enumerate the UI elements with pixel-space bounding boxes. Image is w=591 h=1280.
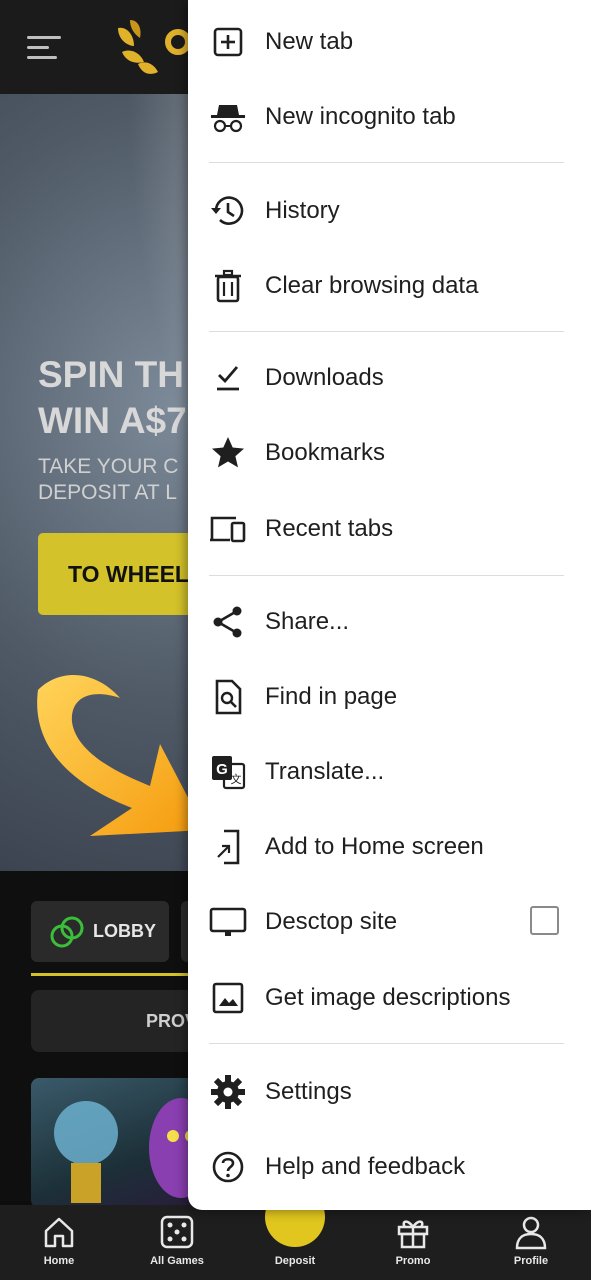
monitor-icon — [208, 902, 248, 942]
casino-logo[interactable] — [108, 16, 188, 80]
menu-item-label: Downloads — [265, 364, 384, 391]
menu-item-bookmarks[interactable]: Bookmarks — [188, 415, 591, 490]
menu-item-settings[interactable]: Settings — [188, 1054, 591, 1129]
nav-profile[interactable]: Profile — [472, 1205, 590, 1280]
nav-home[interactable]: Home — [0, 1205, 118, 1280]
menu-divider — [209, 331, 564, 332]
nav-home-label: Home — [43, 1255, 75, 1267]
menu-item-label: Help and feedback — [265, 1153, 466, 1180]
nav-all-games-label: All Games — [150, 1255, 204, 1267]
dice-icon — [160, 1215, 194, 1249]
nav-profile-label: Profile — [513, 1255, 549, 1267]
menu-item-label: Settings — [265, 1078, 352, 1105]
menu-item-label: Add to Home screen — [265, 833, 484, 860]
menu-divider — [209, 162, 564, 163]
menu-item-downloads[interactable]: Downloads — [188, 340, 591, 415]
menu-item-help-and-feedback[interactable]: Help and feedback — [188, 1129, 591, 1204]
menu-item-label: Get image descriptions — [265, 984, 511, 1011]
promo-subtitle: TAKE YOUR C DEPOSIT AT L — [38, 455, 179, 504]
share-icon — [208, 602, 248, 642]
promo-title: SPIN TH WIN A$7 — [38, 354, 187, 441]
menu-item-desktop-site[interactable]: Desctop site — [188, 884, 591, 959]
menu-item-clear-browsing-data[interactable]: Clear browsing data — [188, 248, 591, 323]
home-icon — [44, 1217, 74, 1248]
user-icon — [515, 1216, 547, 1250]
lobby-label: LOBBY — [93, 921, 156, 941]
image-icon — [208, 978, 248, 1018]
nav-deposit-label: Deposit — [274, 1255, 316, 1267]
gift-icon — [397, 1220, 429, 1249]
menu-item-translate[interactable]: G文 Translate... — [188, 734, 591, 809]
find-in-page-icon — [208, 677, 248, 717]
menu-item-label: Translate... — [265, 758, 385, 785]
menu-item-history[interactable]: History — [188, 173, 591, 248]
help-icon — [208, 1147, 248, 1187]
nav-promo-label: Promo — [395, 1255, 431, 1267]
menu-item-label: Clear browsing data — [265, 272, 479, 299]
menu-item-share[interactable]: Share... — [188, 584, 591, 659]
nav-promo[interactable]: Promo — [354, 1205, 472, 1280]
menu-item-label: History — [265, 197, 340, 224]
menu-item-label: New incognito tab — [265, 103, 456, 130]
menu-item-label: Desctop site — [265, 908, 398, 935]
browser-overflow-menu: New tab New incognito tab History Clear … — [188, 0, 591, 1210]
menu-item-new-tab[interactable]: New tab — [188, 4, 591, 79]
chips-icon — [50, 916, 84, 948]
svg-text:G: G — [216, 761, 228, 778]
menu-divider — [209, 1043, 564, 1044]
menu-item-add-to-home-screen[interactable]: Add to Home screen — [188, 809, 591, 884]
svg-text:文: 文 — [231, 772, 242, 786]
lobby-tab[interactable]: LOBBY — [31, 901, 169, 962]
star-icon — [208, 433, 248, 473]
menu-item-label: Find in page — [265, 683, 398, 710]
menu-item-recent-tabs[interactable]: Recent tabs — [188, 491, 591, 566]
desktop-site-checkbox[interactable] — [530, 906, 559, 935]
menu-item-get-image-descriptions[interactable]: Get image descriptions — [188, 960, 591, 1035]
incognito-icon — [208, 97, 248, 137]
nav-all-games[interactable]: All Games — [118, 1205, 236, 1280]
new-tab-icon — [208, 22, 248, 62]
bottom-navigation: Home All Games Deposit Promo Profile — [0, 1187, 591, 1280]
download-icon — [208, 358, 248, 398]
menu-item-label: Recent tabs — [265, 515, 394, 542]
menu-item-new-incognito-tab[interactable]: New incognito tab — [188, 79, 591, 154]
translate-icon: G文 — [208, 752, 248, 792]
hamburger-menu-icon[interactable] — [27, 36, 61, 60]
history-icon — [208, 191, 248, 231]
add-to-home-icon — [208, 827, 248, 867]
menu-item-label: Share... — [265, 608, 350, 635]
gear-icon — [208, 1072, 248, 1112]
menu-item-label: Bookmarks — [265, 439, 386, 466]
devices-icon — [208, 509, 248, 549]
menu-divider — [209, 575, 564, 576]
menu-item-find-in-page[interactable]: Find in page — [188, 659, 591, 734]
menu-item-label: New tab — [265, 28, 354, 55]
trash-icon — [208, 266, 248, 306]
